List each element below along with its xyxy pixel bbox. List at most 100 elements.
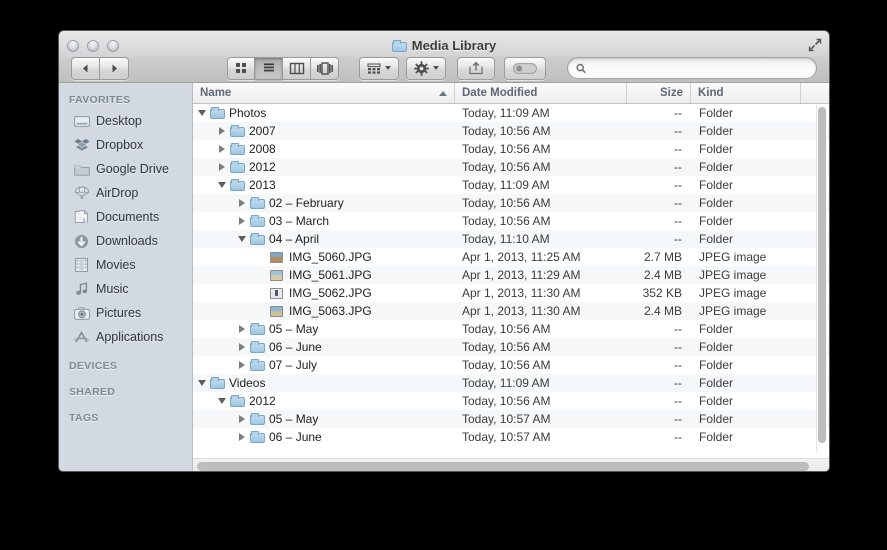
cell-name: IMG_5061.JPG: [193, 266, 455, 284]
vertical-scrollbar-thumb[interactable]: [818, 107, 826, 443]
disclosure-triangle-open[interactable]: [197, 104, 207, 122]
arrange-by-button[interactable]: [359, 56, 399, 80]
column-header-name[interactable]: Name: [193, 83, 455, 103]
folder-icon: [210, 107, 225, 119]
cell-name: 06 – June: [193, 428, 455, 446]
table-row[interactable]: 2012 Today, 10:56 AM -- Folder: [193, 158, 829, 176]
sidebar-item-documents[interactable]: Documents: [59, 205, 192, 229]
sidebar-item-desktop[interactable]: Desktop: [59, 109, 192, 133]
row-icon: [230, 161, 245, 174]
coverflow-view-button[interactable]: [311, 56, 339, 80]
column-header-kind[interactable]: Kind: [691, 83, 801, 103]
table-row[interactable]: 02 – February Today, 10:56 AM -- Folder: [193, 194, 829, 212]
disclosure-triangle-closed[interactable]: [217, 122, 227, 140]
cell-name: IMG_5060.JPG: [193, 248, 455, 266]
table-row[interactable]: 03 – March Today, 10:56 AM -- Folder: [193, 212, 829, 230]
sidebar-item-label: Downloads: [96, 234, 158, 248]
table-row[interactable]: 2007 Today, 10:56 AM -- Folder: [193, 122, 829, 140]
cell-kind: Folder: [699, 358, 734, 372]
sidebar-item-google-drive[interactable]: Google Drive: [59, 157, 192, 181]
cell-date-modified: Today, 11:10 AM: [462, 232, 550, 246]
table-row[interactable]: 05 – May Today, 10:57 AM -- Folder: [193, 410, 829, 428]
disclosure-triangle-open[interactable]: [217, 392, 227, 410]
cell-size: --: [674, 322, 682, 336]
icon-view-button[interactable]: [227, 56, 255, 80]
cell-date-modified: Today, 10:56 AM: [462, 124, 551, 138]
table-row[interactable]: Photos Today, 11:09 AM -- Folder: [193, 104, 829, 122]
disclosure-triangle-closed[interactable]: [237, 320, 247, 338]
column-header-size[interactable]: Size: [627, 83, 691, 103]
table-row[interactable]: IMG_5062.JPG Apr 1, 2013, 11:30 AM 352 KB J…: [193, 284, 829, 302]
search-input[interactable]: [592, 61, 808, 75]
list-view-button[interactable]: [255, 56, 283, 80]
disclosure-triangle-closed[interactable]: [237, 194, 247, 212]
horizontal-scrollbar-thumb[interactable]: [197, 462, 809, 471]
table-row[interactable]: Videos Today, 11:09 AM -- Folder: [193, 374, 829, 392]
column-header-date-modified[interactable]: Date Modified: [455, 83, 627, 103]
disclosure-triangle-open[interactable]: [237, 230, 247, 248]
search-field[interactable]: [567, 57, 817, 79]
sidebar-item-label: Desktop: [96, 114, 142, 128]
finder-window: Media Library FAVORITES Desktop Dropbox …: [58, 30, 830, 472]
cell-name: 06 – June: [193, 338, 455, 356]
table-row[interactable]: 2012 Today, 10:56 AM -- Folder: [193, 392, 829, 410]
action-gear-button[interactable]: [406, 56, 446, 80]
table-row[interactable]: 06 – June Today, 10:56 AM -- Folder: [193, 338, 829, 356]
sidebar-item-pictures[interactable]: Pictures: [59, 301, 192, 325]
table-row[interactable]: 2013 Today, 11:09 AM -- Folder: [193, 176, 829, 194]
cell-kind: Folder: [699, 106, 734, 120]
column-header-name-label: Name: [200, 87, 232, 99]
cell-size: 2.4 MB: [643, 304, 682, 318]
column-view-button[interactable]: [283, 56, 311, 80]
table-row[interactable]: 04 – April Today, 11:10 AM -- Folder: [193, 230, 829, 248]
disclosure-triangle-closed[interactable]: [237, 410, 247, 428]
sidebar-item-airdrop[interactable]: AirDrop: [59, 181, 192, 205]
disclosure-triangle-closed[interactable]: [237, 356, 247, 374]
horizontal-scrollbar[interactable]: [193, 458, 829, 471]
fullscreen-expand-icon[interactable]: [806, 36, 824, 54]
table-row[interactable]: 06 – June Today, 10:57 AM -- Folder: [193, 428, 829, 446]
cell-date-modified: Today, 10:56 AM: [462, 214, 551, 228]
disclosure-triangle-closed[interactable]: [237, 428, 247, 446]
column-header-kind-label: Kind: [698, 87, 724, 99]
edit-tags-button[interactable]: [504, 56, 546, 80]
window-titlebar[interactable]: Media Library: [59, 31, 829, 83]
column-header-size-label: Size: [659, 87, 683, 99]
sidebar-item-downloads[interactable]: Downloads: [59, 229, 192, 253]
jpeg-thumbnail-2: [270, 269, 283, 281]
sidebar-item-dropbox[interactable]: Dropbox: [59, 133, 192, 157]
cell-kind: Folder: [699, 124, 734, 138]
cell-size: --: [674, 412, 682, 426]
table-row[interactable]: 07 – July Today, 10:56 AM -- Folder: [193, 356, 829, 374]
disclosure-triangle-open[interactable]: [217, 176, 227, 194]
disclosure-triangle-closed[interactable]: [217, 158, 227, 176]
vertical-scrollbar[interactable]: [816, 105, 827, 453]
sidebar-item-music[interactable]: Music: [59, 277, 192, 301]
cell-kind: Folder: [699, 430, 734, 444]
table-row[interactable]: 05 – May Today, 10:56 AM -- Folder: [193, 320, 829, 338]
table-row[interactable]: IMG_5060.JPG Apr 1, 2013, 11:25 AM 2.7 MB J…: [193, 248, 829, 266]
disclosure-triangle-closed[interactable]: [237, 338, 247, 356]
folder-icon: [250, 413, 265, 425]
cell-size: --: [674, 394, 682, 408]
disclosure-triangle-closed[interactable]: [237, 212, 247, 230]
sidebar-item-movies[interactable]: Movies: [59, 253, 192, 277]
back-button[interactable]: [71, 56, 100, 80]
cell-size: --: [674, 142, 682, 156]
sidebar-item-label: Pictures: [96, 306, 142, 320]
table-row[interactable]: IMG_5061.JPG Apr 1, 2013, 11:29 AM 2.4 MB J…: [193, 266, 829, 284]
table-row[interactable]: 2008 Today, 10:56 AM -- Folder: [193, 140, 829, 158]
share-button[interactable]: [457, 56, 495, 80]
sidebar-item-label: Documents: [96, 210, 160, 224]
sidebar-item-applications[interactable]: Applications: [59, 325, 192, 349]
disclosure-triangle-open[interactable]: [197, 374, 207, 392]
forward-button[interactable]: [100, 56, 129, 80]
file-name-label: IMG_5060.JPG: [289, 250, 372, 264]
folder-icon: [73, 162, 90, 177]
chevron-down-icon: [432, 66, 439, 70]
disclosure-triangle-closed[interactable]: [217, 140, 227, 158]
table-row[interactable]: IMG_5063.JPG Apr 1, 2013, 11:30 AM 2.4 MB J…: [193, 302, 829, 320]
